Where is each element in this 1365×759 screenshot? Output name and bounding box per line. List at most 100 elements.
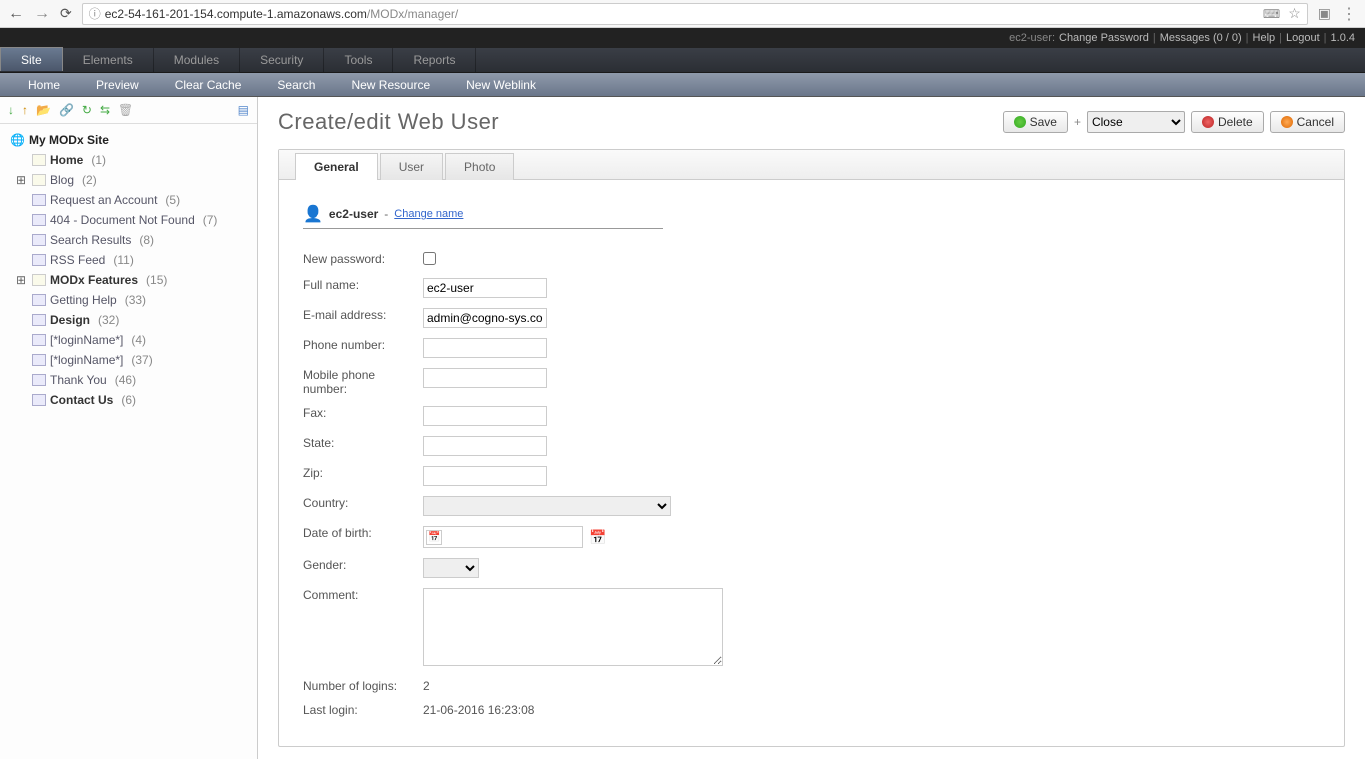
tree-count: (33) <box>121 292 146 308</box>
tree-count: (7) <box>199 212 218 228</box>
resource-tree: 🌐 My MODx Site Home(1)⊞Blog(2)Request an… <box>0 124 257 416</box>
nav-site[interactable]: Site <box>0 47 63 71</box>
subnav-newweblink[interactable]: New Weblink <box>448 73 554 97</box>
refresh-icon[interactable]: ↻ <box>82 103 92 117</box>
expand-all-icon[interactable]: ↓ <box>8 103 14 117</box>
gender-select[interactable] <box>423 558 479 578</box>
newpw-checkbox[interactable] <box>423 252 436 265</box>
tree-item[interactable]: Home(1) <box>4 150 253 170</box>
tree-label: [*loginName*] <box>50 352 123 368</box>
tree-count: (15) <box>142 272 167 288</box>
change-password-link[interactable]: Change Password <box>1059 32 1149 44</box>
tree-item[interactable]: ⊞Blog(2) <box>4 170 253 190</box>
email-input[interactable] <box>423 308 547 328</box>
label-logins: Number of logins: <box>303 674 423 698</box>
messages-link[interactable]: Messages (0 / 0) <box>1160 32 1242 44</box>
tree-item[interactable]: Thank You(46) <box>4 370 253 390</box>
tree-item[interactable]: RSS Feed(11) <box>4 250 253 270</box>
trash-icon[interactable]: 🗑 <box>118 103 133 117</box>
label-dob: Date of birth: <box>303 521 423 553</box>
zip-input[interactable] <box>423 466 547 486</box>
link-icon[interactable]: 🔗 <box>59 103 74 117</box>
state-input[interactable] <box>423 436 547 456</box>
logout-link[interactable]: Logout <box>1286 32 1320 44</box>
tab-photo[interactable]: Photo <box>445 153 514 180</box>
fax-input[interactable] <box>423 406 547 426</box>
tree-item[interactable]: 404 - Document Not Found(7) <box>4 210 253 230</box>
reload-icon[interactable]: ⟳ <box>60 5 72 22</box>
tree-item[interactable]: Getting Help(33) <box>4 290 253 310</box>
panel: General User Photo 👤 ec2-user - Change n… <box>278 149 1345 747</box>
tree-item[interactable]: Contact Us(6) <box>4 390 253 410</box>
label-mobile: Mobile phone number: <box>303 363 423 401</box>
delete-icon <box>1202 116 1214 128</box>
keyboard-icon[interactable]: ⌨ <box>1263 7 1280 21</box>
check-icon <box>1014 116 1026 128</box>
expand-icon[interactable]: ⊞ <box>16 272 28 288</box>
globe-icon: 🌐 <box>10 133 25 147</box>
mobile-input[interactable] <box>423 368 547 388</box>
save-button[interactable]: Save <box>1003 111 1068 133</box>
tree-item[interactable]: Request an Account(5) <box>4 190 253 210</box>
tree-item[interactable]: [*loginName*](4) <box>4 330 253 350</box>
new-doc-icon[interactable]: 📂 <box>36 103 51 117</box>
tree-label: MODx Features <box>50 272 138 288</box>
change-name-link[interactable]: Change name <box>394 208 463 220</box>
doc-icon <box>32 314 46 326</box>
nav-elements[interactable]: Elements <box>63 48 154 72</box>
tab-general[interactable]: General <box>295 153 378 180</box>
tab-user[interactable]: User <box>380 153 443 180</box>
nav-security[interactable]: Security <box>240 48 324 72</box>
tree-toolbar: ↓ ↑ 📂 🔗 ↻ ⇆ 🗑 ▤ <box>0 101 257 124</box>
username-label: ec2-user <box>329 207 378 221</box>
doc-icon <box>32 354 46 366</box>
dob-input[interactable]: 📅 <box>423 526 583 548</box>
hide-tree-icon[interactable]: ▤ <box>238 103 249 117</box>
subnav-clearcache[interactable]: Clear Cache <box>157 73 260 97</box>
phone-input[interactable] <box>423 338 547 358</box>
menu-icon[interactable]: ⋮ <box>1341 4 1357 24</box>
cancel-button[interactable]: Cancel <box>1270 111 1345 133</box>
url-bar[interactable]: ⓘ ec2-54-161-201-154.compute-1.amazonaws… <box>82 3 1308 25</box>
collapse-all-icon[interactable]: ↑ <box>22 103 28 117</box>
tree-label: Contact Us <box>50 392 113 408</box>
help-link[interactable]: Help <box>1253 32 1276 44</box>
tree-item[interactable]: Design(32) <box>4 310 253 330</box>
cancel-icon <box>1281 116 1293 128</box>
star-icon[interactable]: ☆ <box>1288 5 1301 22</box>
doc-icon <box>32 214 46 226</box>
tree-item[interactable]: [*loginName*](37) <box>4 350 253 370</box>
comment-textarea[interactable] <box>423 588 723 666</box>
doc-icon <box>32 174 46 186</box>
tree-item[interactable]: Search Results(8) <box>4 230 253 250</box>
tree-item[interactable]: ⊞ MODx Features(15) <box>4 270 253 290</box>
back-icon[interactable]: ← <box>8 5 24 23</box>
forward-icon[interactable]: → <box>34 5 50 23</box>
subnav-preview[interactable]: Preview <box>78 73 157 97</box>
nav-reports[interactable]: Reports <box>393 48 476 72</box>
label-fullname: Full name: <box>303 273 423 303</box>
calendar-icon[interactable]: 📅 <box>589 529 606 546</box>
extension-icon[interactable]: ▣ <box>1318 5 1331 22</box>
tree-label: Getting Help <box>50 292 117 308</box>
country-select[interactable] <box>423 496 671 516</box>
sort-icon[interactable]: ⇆ <box>100 103 110 117</box>
tree-label: Design <box>50 312 90 328</box>
nav-tools[interactable]: Tools <box>324 48 393 72</box>
label-comment: Comment: <box>303 583 423 674</box>
tree-label: Home <box>50 152 83 168</box>
label-fax: Fax: <box>303 401 423 431</box>
user-header: 👤 ec2-user - Change name <box>303 204 663 229</box>
expand-icon[interactable]: ⊞ <box>16 172 28 188</box>
tree-label: Search Results <box>50 232 131 248</box>
subnav-newresource[interactable]: New Resource <box>333 73 448 97</box>
tree-root[interactable]: 🌐 My MODx Site <box>4 130 253 150</box>
tree-label: RSS Feed <box>50 252 105 268</box>
subnav-search[interactable]: Search <box>259 73 333 97</box>
close-select[interactable]: Close <box>1087 111 1185 133</box>
sub-nav: Home Preview Clear Cache Search New Reso… <box>0 73 1365 97</box>
fullname-input[interactable] <box>423 278 547 298</box>
delete-button[interactable]: Delete <box>1191 111 1264 133</box>
subnav-home[interactable]: Home <box>10 73 78 97</box>
nav-modules[interactable]: Modules <box>154 48 240 72</box>
